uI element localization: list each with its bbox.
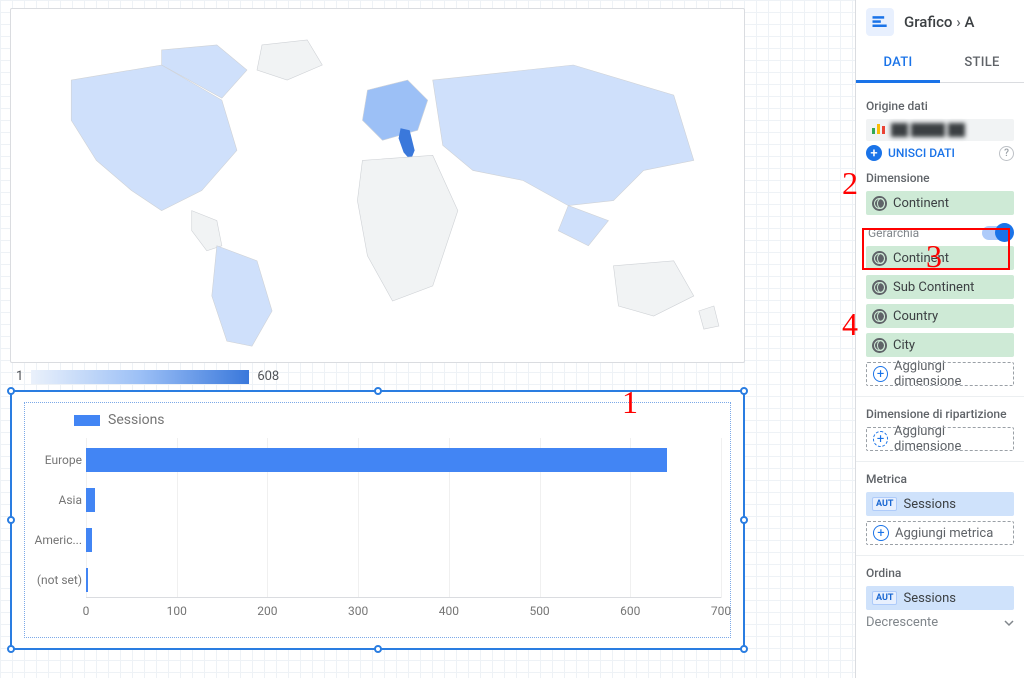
- hierarchy-toggle[interactable]: [982, 226, 1012, 240]
- x-tick: 600: [620, 604, 640, 618]
- bar-notset[interactable]: [86, 568, 88, 592]
- y-label: Asia: [32, 493, 82, 507]
- resize-handle[interactable]: [740, 516, 748, 524]
- x-tick: 100: [167, 604, 187, 618]
- chart-plot-area: 0100200300400500600700EuropeAsiaAmeric..…: [86, 438, 721, 618]
- plus-icon: +: [873, 431, 888, 447]
- resize-handle[interactable]: [374, 645, 382, 653]
- dimension-chip-city[interactable]: City: [866, 333, 1014, 357]
- ga-icon: [872, 123, 887, 138]
- map-legend: 1 608: [16, 369, 845, 384]
- legend-label: Sessions: [108, 412, 165, 428]
- report-canvas[interactable]: 1 608 Sessions 0 100 200 300 400 500 600 700 Eur…: [0, 0, 855, 678]
- globe-icon: [872, 251, 887, 266]
- dimension-chip-country[interactable]: Country: [866, 304, 1014, 328]
- globe-icon: [872, 280, 887, 295]
- section-dimension-label: Dimensione: [866, 171, 1014, 185]
- data-panel: Origine dati ██ ████ ██ + UNISCI DATI ? …: [856, 83, 1024, 678]
- data-source-name: ██ ████ ██: [891, 123, 965, 137]
- world-map-svg: [11, 9, 744, 362]
- sort-order-select[interactable]: Decrescente: [866, 615, 1014, 630]
- hierarchy-label: Gerarchia: [868, 226, 919, 240]
- properties-sidebar: Grafico › A DATI STILE Origine dati ██ █…: [855, 0, 1024, 678]
- x-tick: 500: [529, 604, 549, 618]
- chevron-down-icon: [1004, 618, 1014, 628]
- section-sort-label: Ordina: [866, 566, 1014, 580]
- tab-data[interactable]: DATI: [856, 45, 940, 83]
- section-source-label: Origine dati: [866, 99, 1014, 113]
- bar-asia[interactable]: [86, 488, 95, 512]
- aut-badge: AUT: [872, 591, 897, 605]
- resize-handle[interactable]: [7, 516, 15, 524]
- globe-icon: [872, 338, 887, 353]
- hierarchy-row: Gerarchia: [866, 220, 1014, 246]
- legend-swatch: [74, 415, 100, 426]
- resize-handle[interactable]: [374, 387, 382, 395]
- tab-style[interactable]: STILE: [940, 45, 1024, 82]
- aut-badge: AUT: [872, 497, 897, 511]
- geo-map-chart[interactable]: [10, 8, 745, 363]
- resize-handle[interactable]: [7, 387, 15, 395]
- bar-chart-icon: [870, 12, 890, 32]
- add-dimension-button[interactable]: + Aggiungi dimensione: [866, 362, 1014, 386]
- x-tick: 300: [348, 604, 368, 618]
- plus-icon: +: [873, 525, 889, 541]
- add-breakdown-button[interactable]: + Aggiungi dimensione: [866, 427, 1014, 451]
- bar-europe[interactable]: [86, 448, 667, 472]
- y-label: (not set): [32, 573, 82, 587]
- bar-americ[interactable]: [86, 528, 92, 552]
- help-icon[interactable]: ?: [999, 146, 1014, 161]
- chart-legend: Sessions: [74, 412, 725, 428]
- add-metric-button[interactable]: + Aggiungi metrica: [866, 521, 1014, 545]
- resize-handle[interactable]: [7, 645, 15, 653]
- dimension-chip-continent[interactable]: Continent: [866, 246, 1014, 270]
- sort-chip-sessions[interactable]: AUT Sessions: [866, 586, 1014, 610]
- breadcrumb: Grafico › A: [856, 0, 1024, 45]
- breadcrumb-text: Grafico › A: [904, 13, 974, 31]
- globe-icon: [872, 309, 887, 324]
- section-breakdown-label: Dimensione di ripartizione: [866, 407, 1014, 421]
- plus-icon: +: [866, 145, 882, 161]
- merge-data-button[interactable]: + UNISCI DATI ?: [866, 145, 1014, 161]
- resize-handle[interactable]: [740, 645, 748, 653]
- y-label: Europe: [32, 453, 82, 467]
- legend-max: 608: [257, 369, 279, 384]
- dimension-chip-continent-top[interactable]: Continent: [866, 191, 1014, 215]
- dimension-chip-sub-continent[interactable]: Sub Continent: [866, 275, 1014, 299]
- chart-type-icon[interactable]: [866, 8, 894, 36]
- section-metric-label: Metrica: [866, 472, 1014, 486]
- y-label: Americ...: [32, 533, 82, 547]
- x-tick: 0: [83, 604, 90, 618]
- data-source-chip[interactable]: ██ ████ ██: [866, 119, 1014, 141]
- bar-chart[interactable]: Sessions 0 100 200 300 400 500 600 700 Europe Asi…: [10, 390, 745, 650]
- resize-handle[interactable]: [740, 387, 748, 395]
- legend-gradient: [31, 370, 249, 384]
- globe-icon: [872, 196, 887, 211]
- sidebar-tabs: DATI STILE: [856, 45, 1024, 83]
- x-tick: 400: [439, 604, 459, 618]
- metric-chip-sessions[interactable]: AUT Sessions: [866, 492, 1014, 516]
- x-tick: 200: [257, 604, 277, 618]
- legend-min: 1: [16, 369, 23, 384]
- x-tick: 700: [711, 604, 731, 618]
- plus-icon: +: [873, 366, 888, 382]
